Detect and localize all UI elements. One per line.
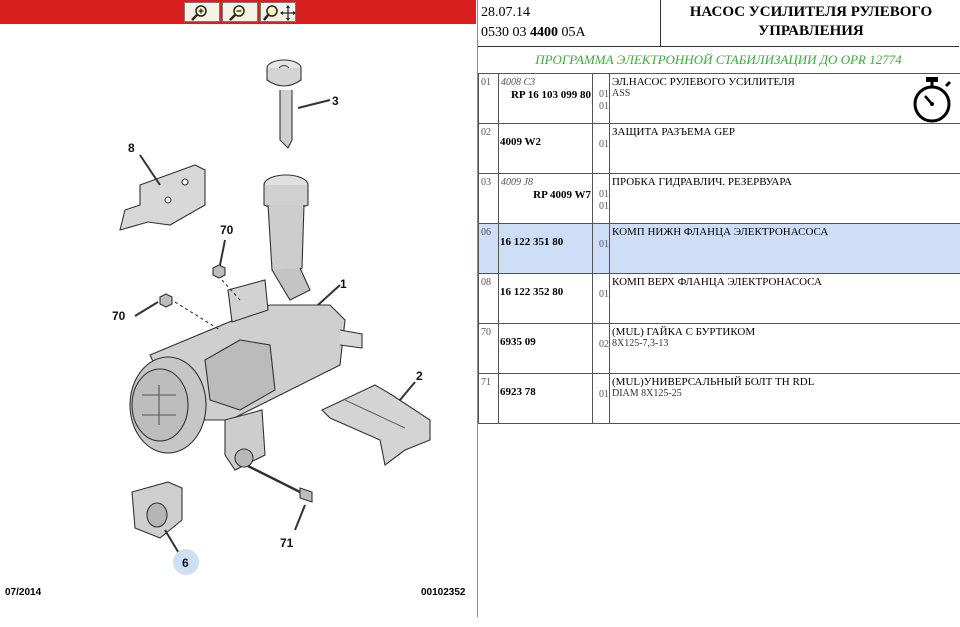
diagram-ref: 00102352 [421, 587, 466, 598]
connector-guard-part[interactable] [321, 384, 431, 466]
reservoir-cap-part[interactable] [266, 59, 302, 149]
description-cell: (MUL)УНИВЕРСАЛЬНЫЙ БОЛТ TH RDL DIAM 8X125… [609, 373, 960, 424]
stopwatch-icon[interactable] [911, 76, 953, 124]
table-row[interactable]: 01 4008 C3 RP 16 103 099 80 01 01 ЭЛ.НАСОС РУ… [478, 73, 960, 124]
quantity-cell: 01 [592, 223, 610, 274]
zoom-in-button[interactable] [184, 2, 220, 22]
table-row[interactable]: 03 4009 J8 RP 4009 W7 01 01 ПРОБКА ГИДРАВЛИЧ.… [478, 173, 960, 224]
reference-cell[interactable]: 6923 78 [498, 373, 593, 424]
position-cell: 08 [478, 273, 499, 324]
lower-flange-part[interactable] [131, 481, 183, 539]
zoom-pan-button[interactable] [260, 2, 296, 22]
quantity-cell: 01 [592, 373, 610, 424]
flange-nut-part[interactable] [159, 264, 226, 308]
zoom-in-icon [191, 5, 207, 21]
callout-8[interactable]: 8 [128, 141, 135, 155]
description-cell: КОМП ВЕРХ ФЛАНЦА ЭЛЕКТРОНАСОСА [609, 273, 960, 324]
description-cell: ПРОБКА ГИДРАВЛИЧ. РЕЗЕРВУАРА [609, 173, 960, 224]
description-cell: (MUL) ГАЙКА С БУРТИКОМ 8X125-7,3-13 [609, 323, 960, 374]
program-note: ПРОГРАММА ЭЛЕКТРОННОЙ СТАБИЛИЗАЦИИ ДО OP… [535, 52, 902, 67]
position-cell: 06 [478, 223, 499, 274]
parts-panel: 28.07.14 0530 03 4400 05A НАСОС УСИЛИТЕЛ… [478, 0, 960, 627]
table-row[interactable]: 71 6923 78 01 (MUL)УНИВЕРСАЛЬНЫЙ БОЛТ TH RD… [478, 373, 960, 424]
hydraulic-reservoir [263, 174, 311, 301]
description-cell: КОМП НИЖН ФЛАНЦА ЭЛЕКТРОНАСОСА [609, 223, 960, 274]
callout-2[interactable]: 2 [416, 369, 423, 383]
position-cell: 70 [478, 323, 499, 374]
header-separator [660, 0, 661, 46]
table-row[interactable]: 08 16 122 352 80 01 КОМП ВЕРХ ФЛАНЦА ЭЛЕКТР… [478, 273, 960, 324]
table-row[interactable]: 70 6935 09 02 (MUL) ГАЙКА С БУРТИКОМ 8X125-7… [478, 323, 960, 374]
callout-70-left[interactable]: 70 [112, 309, 126, 323]
diagram-date: 07/2014 [5, 587, 42, 598]
quantity-cell: 01 [592, 273, 610, 324]
catalog-code: 0530 03 4400 05A [481, 25, 586, 40]
quantity-cell: 01 01 [592, 173, 610, 224]
upper-flange-part[interactable] [119, 164, 206, 231]
catalog-date: 28.07.14 [481, 5, 530, 20]
position-cell: 71 [478, 373, 499, 424]
page-title: НАСОС УСИЛИТЕЛЯ РУЛЕВОГО УПРАВЛЕНИЯ [689, 4, 933, 39]
reference-cell[interactable]: 4009 W2 [498, 123, 593, 174]
zoom-toolbar [0, 0, 476, 24]
exploded-parts-diagram: 1 2 3 6 8 70 70 71 [112, 59, 431, 575]
quantity-cell: 02 [592, 323, 610, 374]
parts-table: 01 4008 C3 RP 16 103 099 80 01 01 ЭЛ.НАСОС РУ… [478, 73, 960, 424]
callout-1[interactable]: 1 [340, 277, 347, 291]
callout-3[interactable]: 3 [332, 94, 339, 108]
zoom-out-icon [229, 5, 245, 21]
reference-cell[interactable]: 16 122 352 80 [498, 273, 593, 324]
zoom-pan-icon [263, 5, 296, 21]
reference-cell[interactable]: 16 122 351 80 [498, 223, 593, 274]
universal-bolt-part[interactable] [247, 464, 313, 503]
position-cell: 01 [478, 73, 499, 124]
reference-cell[interactable]: 6935 09 [498, 323, 593, 374]
header-bottom-border [478, 46, 959, 47]
callout-6[interactable]: 6 [182, 556, 189, 570]
quantity-cell: 01 [592, 123, 610, 174]
reference-cell[interactable]: 4008 C3 RP 16 103 099 80 [498, 73, 593, 124]
description-cell: ЗАЩИТА РАЗЪЕМА GEP [609, 123, 960, 174]
quantity-cell: 01 01 [592, 73, 610, 124]
page-header: 28.07.14 0530 03 4400 05A НАСОС УСИЛИТЕЛ… [478, 0, 959, 47]
table-row[interactable]: 06 16 122 351 80 01 КОМП НИЖН ФЛАНЦА ЭЛЕКТР… [478, 223, 960, 274]
callout-71[interactable]: 71 [280, 536, 294, 550]
callout-70-top[interactable]: 70 [220, 223, 234, 237]
table-row[interactable]: 02 4009 W2 01 ЗАЩИТА РАЗЪЕМА GEP [478, 123, 960, 174]
description-cell: ЭЛ.НАСОС РУЛЕВОГО УСИЛИТЕЛЯ ASS [609, 73, 960, 124]
reference-cell[interactable]: 4009 J8 RP 4009 W7 [498, 173, 593, 224]
diagram-panel: 1 2 3 6 8 70 70 71 07/2014 00102352 [0, 0, 478, 627]
zoom-out-button[interactable] [222, 2, 258, 22]
position-cell: 02 [478, 123, 499, 174]
electric-pump-part[interactable] [129, 279, 363, 471]
position-cell: 03 [478, 173, 499, 224]
